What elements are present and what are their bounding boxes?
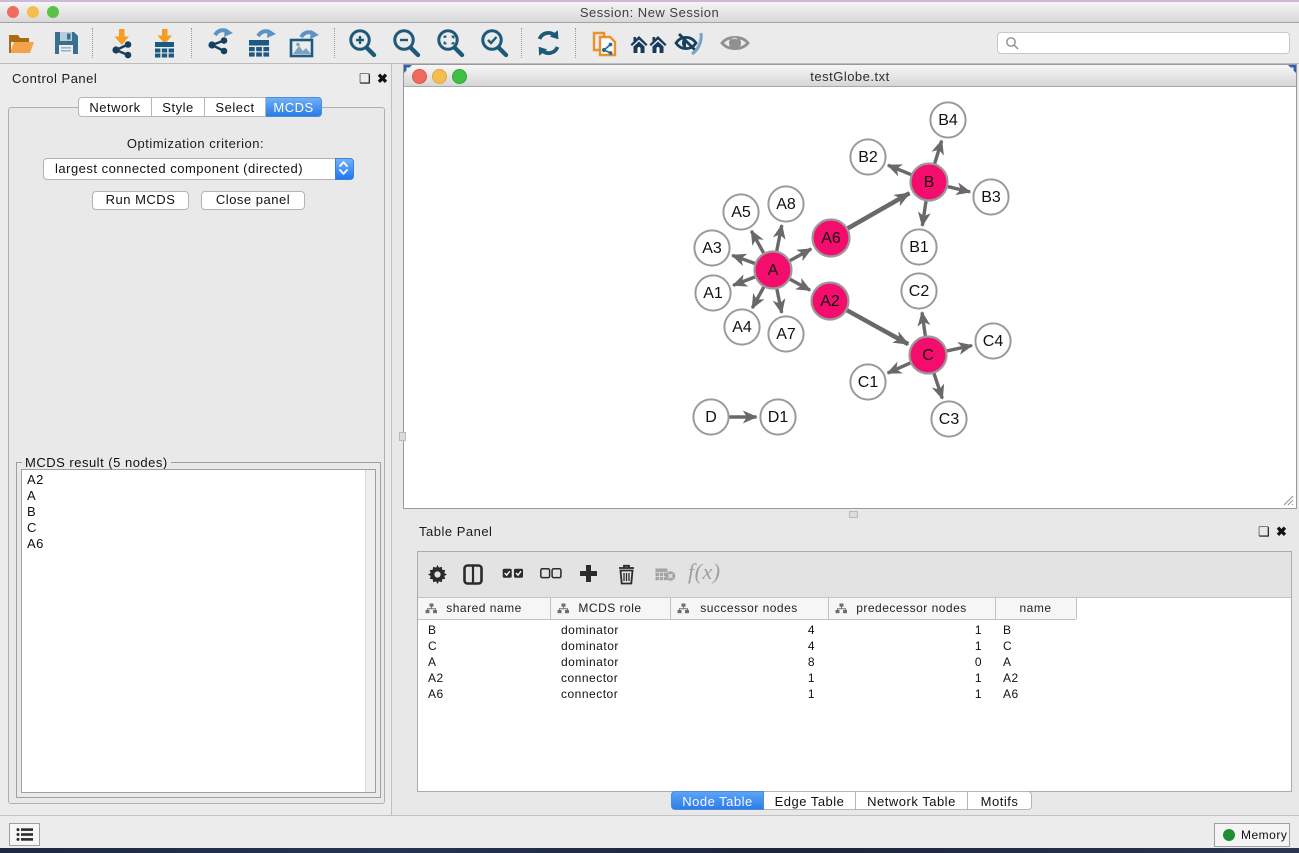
svg-text:A8: A8 [776, 196, 796, 213]
svg-text:C2: C2 [909, 283, 930, 300]
svg-text:B2: B2 [858, 149, 878, 166]
svg-text:B1: B1 [909, 239, 929, 256]
svg-text:C1: C1 [858, 374, 879, 391]
svg-text:B: B [924, 174, 935, 191]
svg-text:D: D [705, 409, 717, 426]
svg-text:A3: A3 [702, 240, 722, 257]
svg-text:A7: A7 [776, 326, 796, 343]
svg-text:B3: B3 [981, 189, 1001, 206]
svg-text:C3: C3 [939, 411, 960, 428]
svg-text:A: A [768, 262, 779, 279]
svg-text:A4: A4 [732, 319, 752, 336]
svg-text:A1: A1 [703, 285, 723, 302]
svg-text:C: C [922, 347, 934, 364]
svg-text:A2: A2 [820, 293, 840, 310]
svg-text:B4: B4 [938, 112, 958, 129]
svg-text:C4: C4 [983, 333, 1004, 350]
svg-text:A6: A6 [821, 230, 841, 247]
svg-text:A5: A5 [731, 204, 751, 221]
svg-text:D1: D1 [768, 409, 789, 426]
